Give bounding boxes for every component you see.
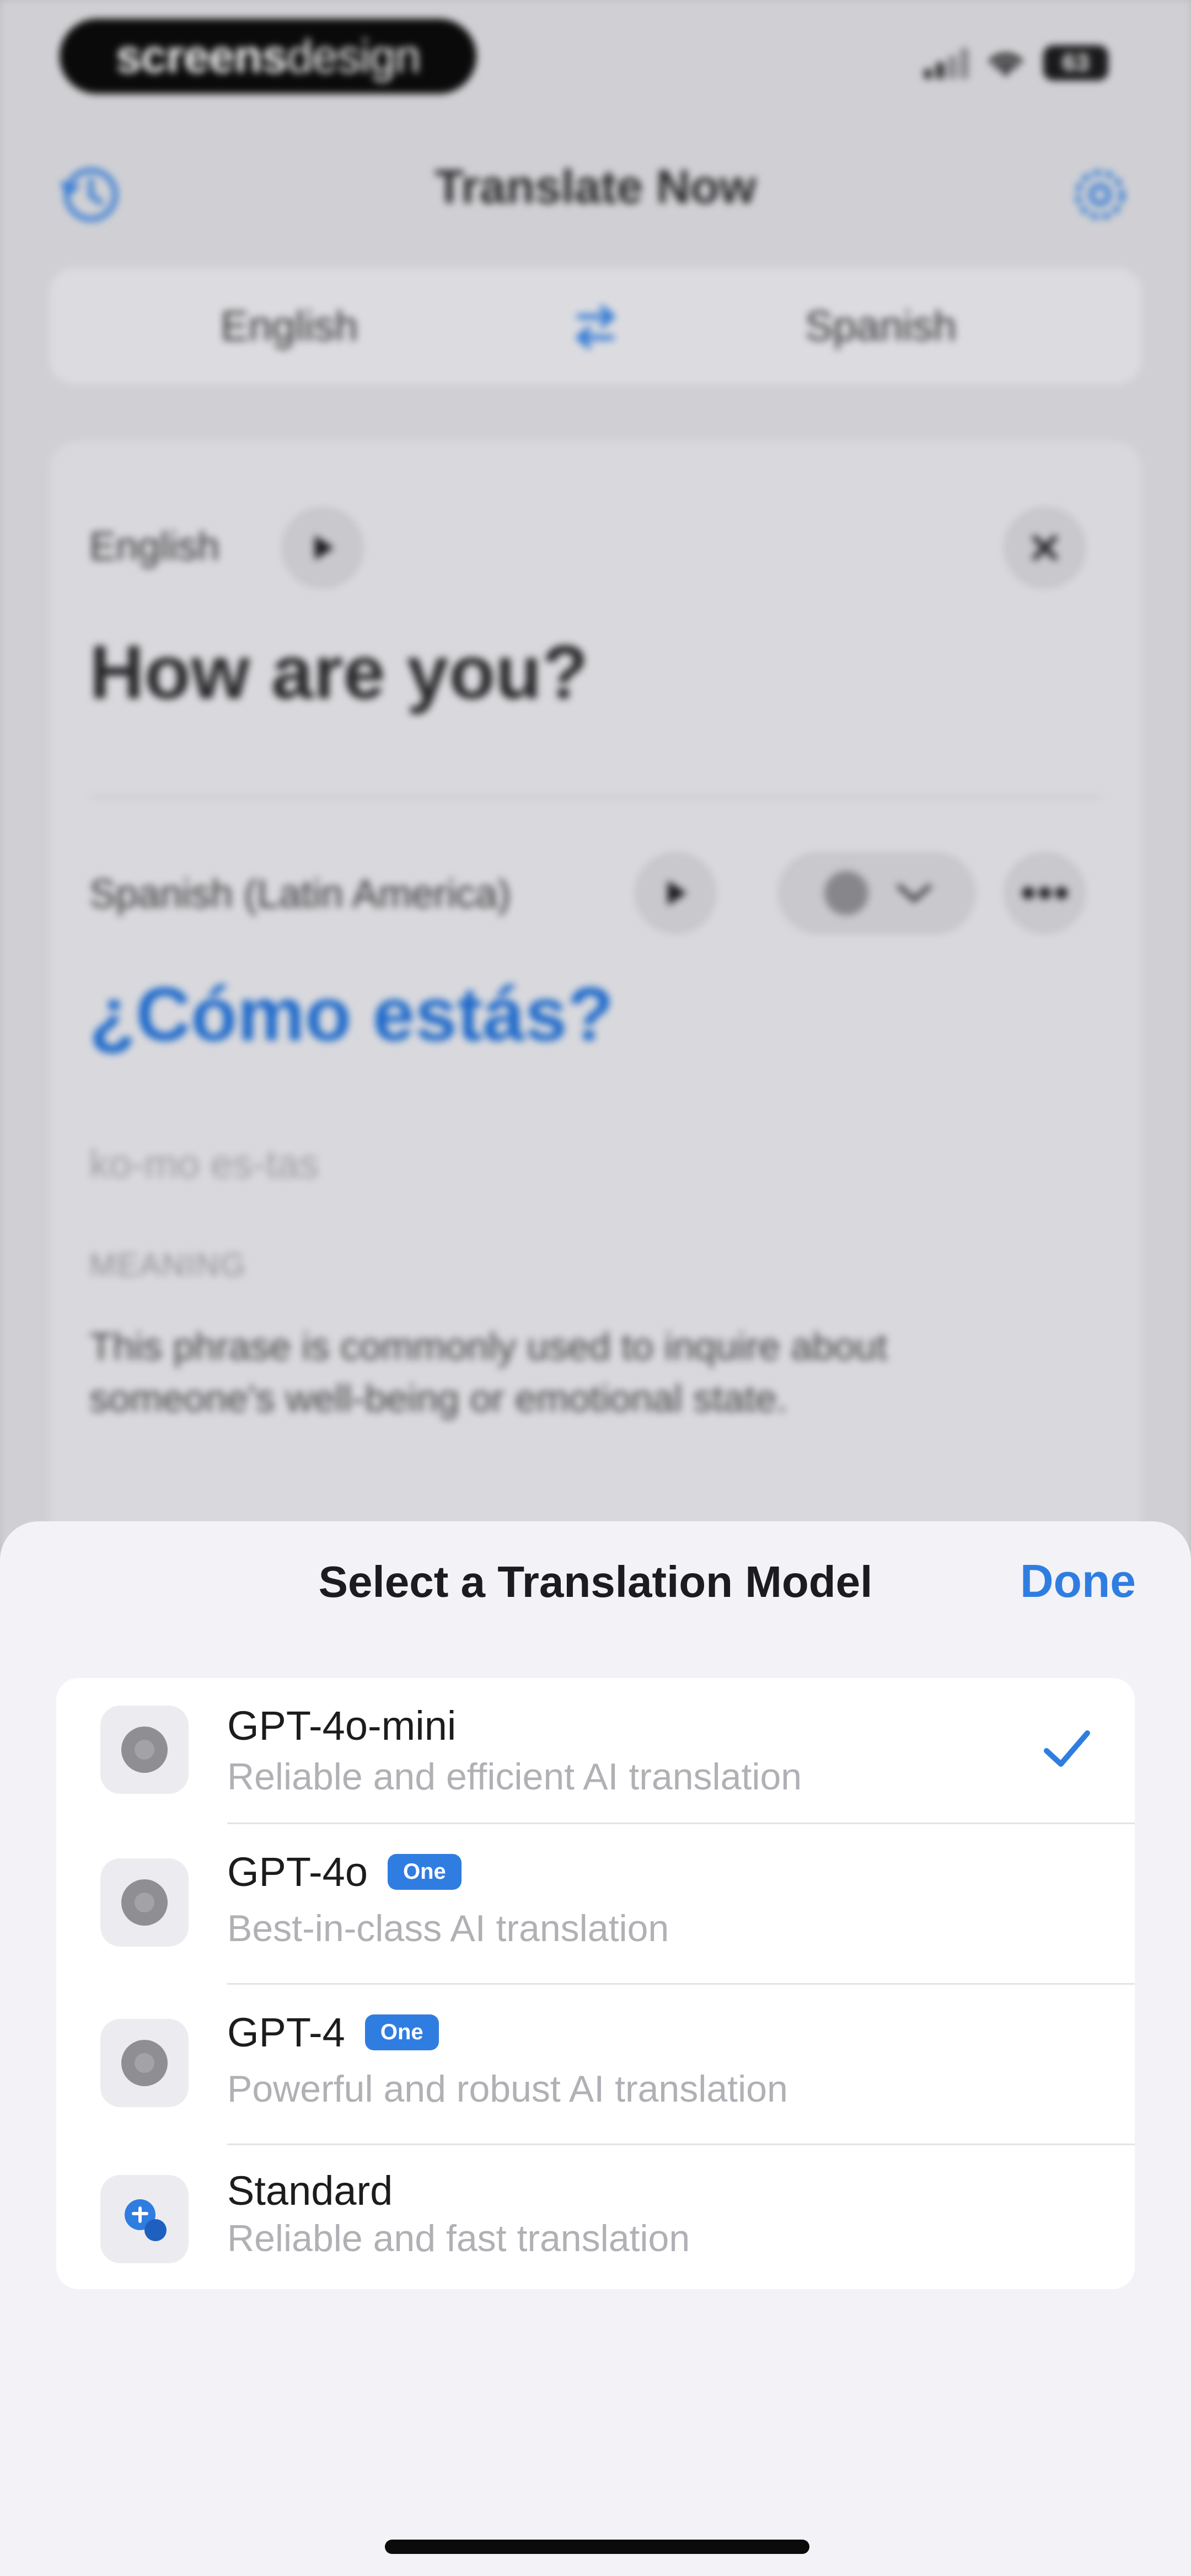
one-badge: One	[364, 2014, 439, 2050]
model-name: GPT-4o-mini	[227, 1703, 457, 1749]
home-indicator[interactable]	[385, 2540, 809, 2554]
model-description: Reliable and efficient AI translation	[227, 1756, 802, 1798]
model-option-standard[interactable]: Standard Reliable and fast translation	[56, 2145, 1135, 2289]
model-list: GPT-4o-mini Reliable and efficient AI tr…	[56, 1678, 1135, 2289]
done-button[interactable]: Done	[1020, 1554, 1136, 1608]
model-description: Reliable and fast translation	[227, 2217, 690, 2259]
model-option-gpt-4o-mini[interactable]: GPT-4o-mini Reliable and efficient AI tr…	[56, 1678, 1135, 1824]
model-name: GPT-4o One	[227, 1848, 462, 1895]
model-description: Best-in-class AI translation	[227, 1907, 669, 1949]
translate-icon	[100, 2175, 189, 2263]
openai-icon	[100, 1706, 189, 1794]
model-option-gpt-4o[interactable]: GPT-4o One Best-in-class AI translation	[56, 1824, 1135, 1985]
model-description: Powerful and robust AI translation	[227, 2068, 788, 2110]
one-badge: One	[388, 1854, 462, 1890]
checkmark-icon	[1044, 1730, 1090, 1767]
model-name: Standard	[227, 2168, 393, 2214]
model-name: GPT-4 One	[227, 2009, 439, 2056]
model-selection-sheet: Select a Translation Model Done GPT-4o-m…	[0, 1521, 1191, 2576]
model-option-gpt-4[interactable]: GPT-4 One Powerful and robust AI transla…	[56, 1985, 1135, 2145]
sheet-title: Select a Translation Model	[318, 1557, 873, 1606]
openai-icon	[100, 1858, 189, 1947]
openai-icon	[100, 2019, 189, 2107]
